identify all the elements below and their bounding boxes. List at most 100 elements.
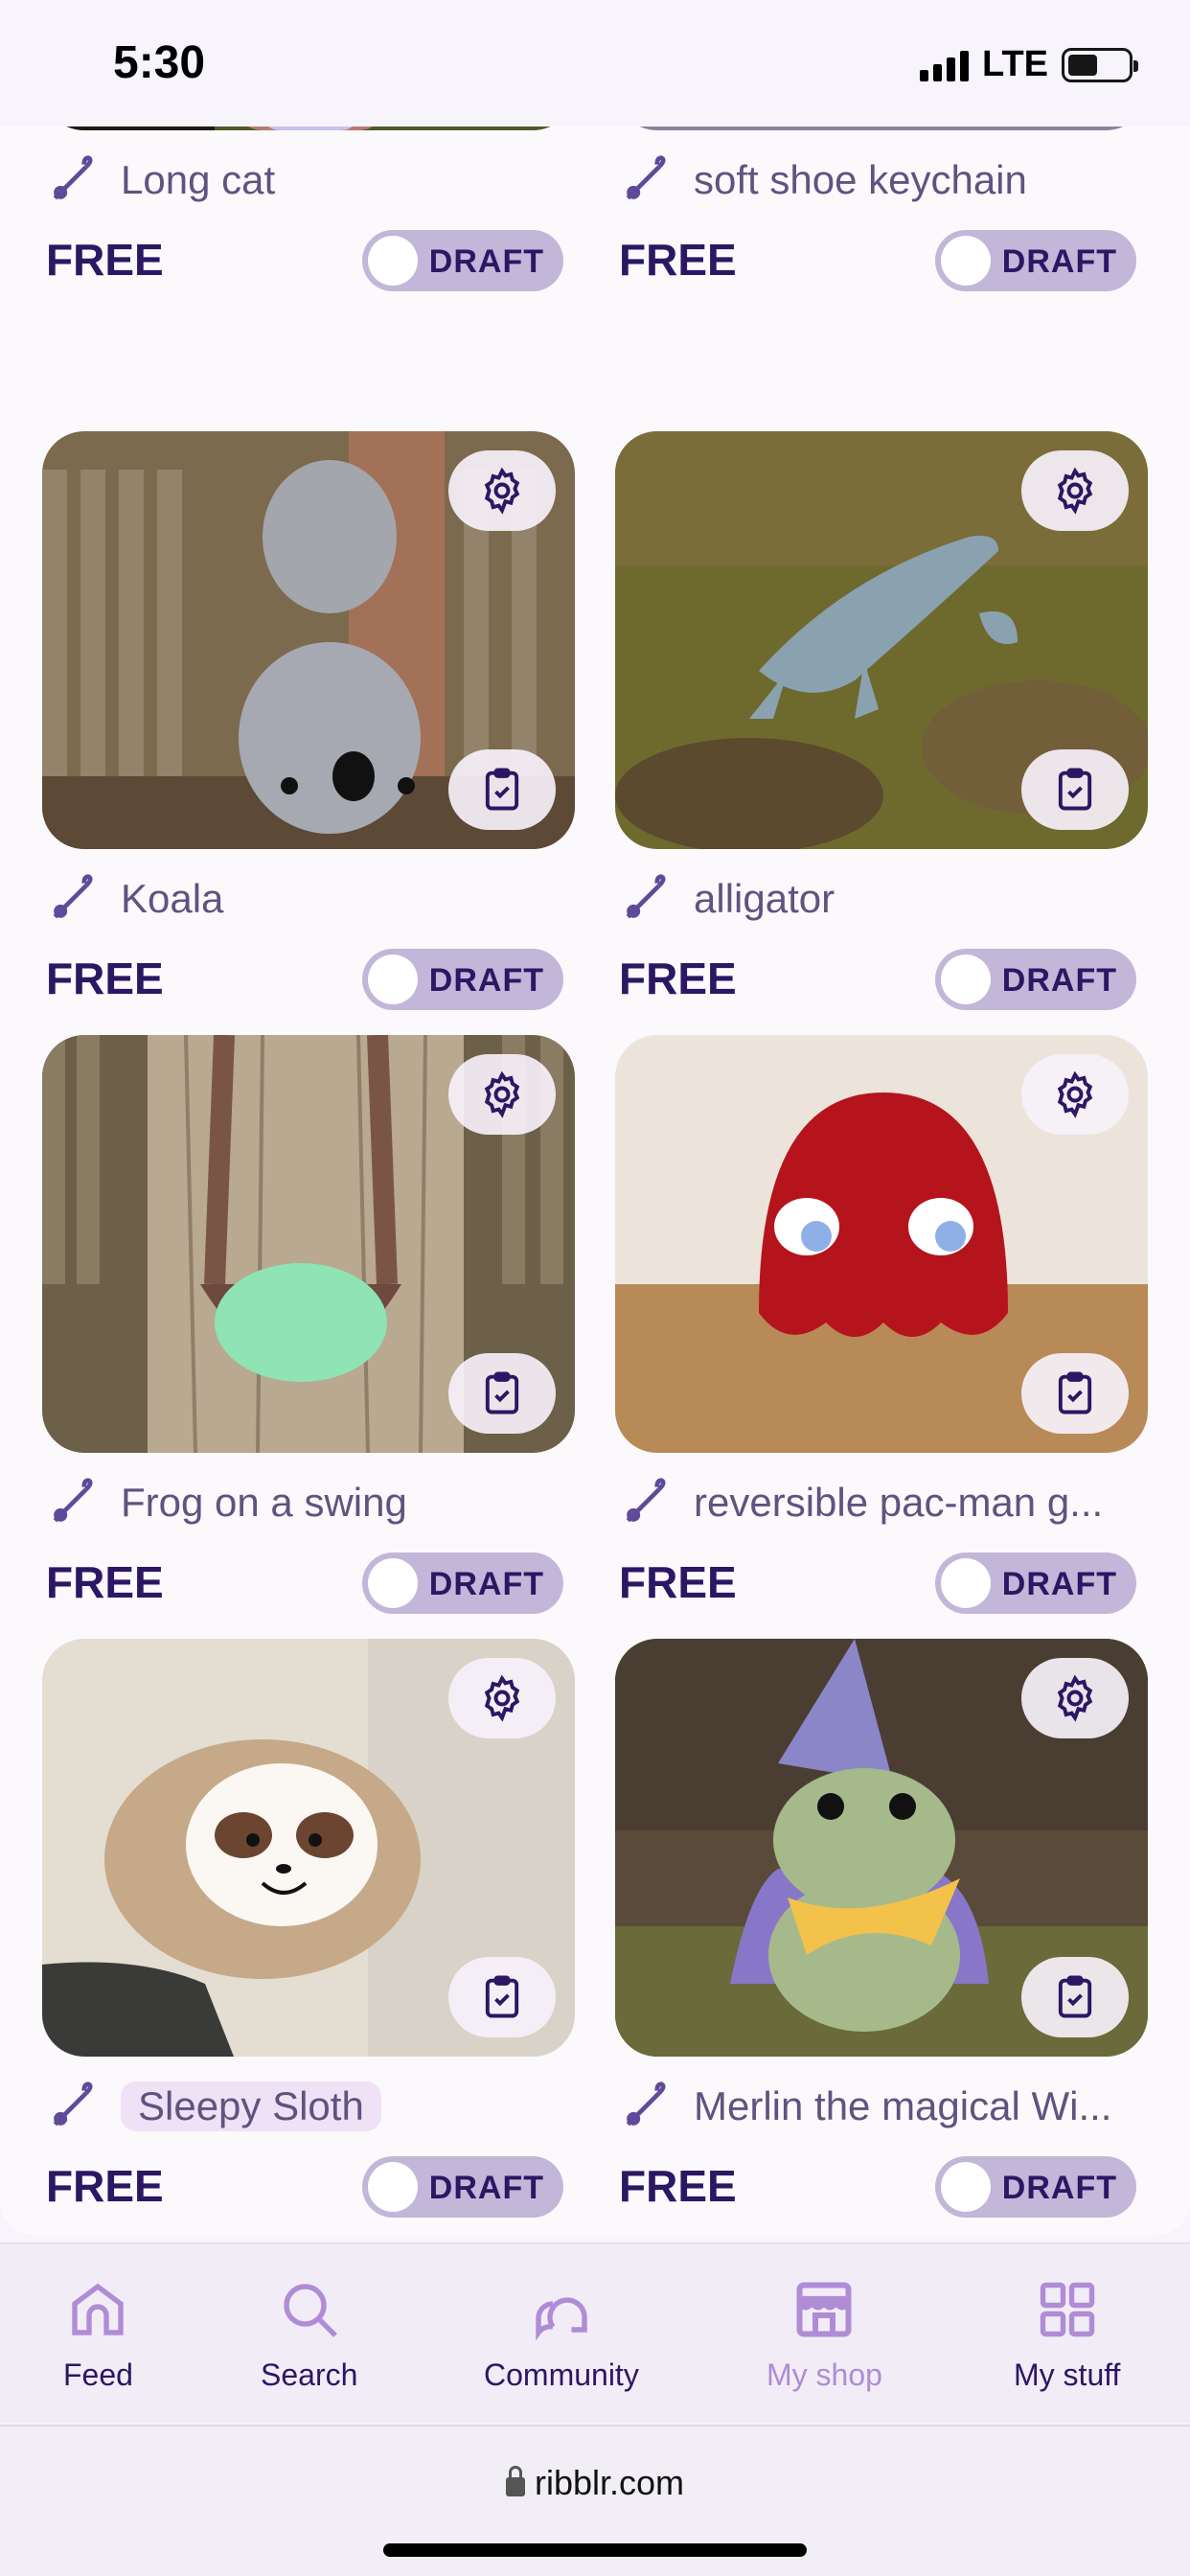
nav-search[interactable]: Search: [261, 2275, 357, 2393]
clipboard-check-icon: [485, 768, 519, 811]
crochet-hook-icon: [626, 1478, 666, 1523]
clipboard-button[interactable]: [448, 1353, 556, 1434]
toggle-knob: [368, 1558, 418, 1608]
price-label: FREE: [46, 954, 164, 1003]
draft-toggle[interactable]: DRAFT: [362, 2156, 563, 2218]
toggle-knob: [368, 236, 418, 286]
nav-label: My stuff: [1014, 2358, 1121, 2392]
product-image[interactable]: [615, 1639, 1148, 2057]
clipboard-check-icon: [1058, 1371, 1092, 1414]
draft-toggle[interactable]: DRAFT: [935, 230, 1136, 291]
crochet-hook-icon: [626, 874, 666, 919]
product-image[interactable]: [42, 1639, 575, 2057]
browser-url-bar[interactable]: ribblr.com: [0, 2425, 1190, 2576]
product-title: Merlin the magical Wi...: [694, 2083, 1112, 2128]
nav-my-shop[interactable]: My shop: [767, 2275, 882, 2393]
clipboard-check-icon: [1058, 768, 1092, 811]
clipboard-button[interactable]: [1021, 749, 1129, 830]
price-row: FREE DRAFT: [619, 1552, 1136, 1614]
clipboard-check-icon: [485, 1975, 519, 2018]
settings-button[interactable]: [1021, 450, 1129, 531]
lock-icon: [505, 2466, 525, 2496]
price-label: FREE: [46, 235, 164, 285]
price-row: FREE DRAFT: [619, 230, 1136, 291]
product-image[interactable]: [615, 431, 1148, 849]
price-label: FREE: [46, 1557, 164, 1607]
gear-icon: [484, 1674, 520, 1722]
gear-icon: [1057, 467, 1093, 515]
crochet-hook-icon: [626, 2082, 666, 2127]
price-label: FREE: [619, 2161, 737, 2211]
product-title-row[interactable]: reversible pac-man g...: [619, 1476, 1103, 1530]
draft-toggle[interactable]: DRAFT: [935, 949, 1136, 1010]
gear-icon: [484, 467, 520, 515]
toggle-knob: [941, 2162, 991, 2212]
settings-button[interactable]: [448, 1054, 556, 1135]
draft-label: DRAFT: [428, 962, 544, 999]
crochet-hook-icon: [53, 874, 93, 919]
signal-icon: [920, 49, 970, 81]
product-grid: Long cat FREE DRAFT soft shoe keychain F…: [0, 0, 1190, 2235]
nav-label: My shop: [767, 2358, 882, 2392]
product-image[interactable]: [615, 1035, 1148, 1453]
nav-label: Community: [484, 2358, 639, 2392]
draft-label: DRAFT: [428, 1566, 544, 1602]
price-row: FREE DRAFT: [46, 230, 563, 291]
gear-icon: [1057, 1674, 1093, 1722]
price-row: FREE DRAFT: [46, 1552, 563, 1614]
draft-toggle[interactable]: DRAFT: [362, 1552, 563, 1614]
settings-button[interactable]: [1021, 1054, 1129, 1135]
price-label: FREE: [46, 2161, 164, 2211]
clipboard-check-icon: [485, 1371, 519, 1414]
nav-feed[interactable]: Feed: [63, 2275, 133, 2393]
price-row: FREE DRAFT: [46, 949, 563, 1010]
draft-toggle[interactable]: DRAFT: [935, 2156, 1136, 2218]
price-row: FREE DRAFT: [619, 2156, 1136, 2218]
battery-icon: [1062, 47, 1138, 82]
draft-label: DRAFT: [1001, 2170, 1117, 2206]
clipboard-button[interactable]: [1021, 1957, 1129, 2037]
product-image[interactable]: [42, 431, 575, 849]
product-title-row[interactable]: Long cat: [46, 153, 275, 207]
product-title-row[interactable]: Sleepy Sloth: [46, 2080, 381, 2133]
product-title: alligator: [694, 876, 835, 921]
product-title-row[interactable]: Merlin the magical Wi...: [619, 2080, 1111, 2133]
product-title-row[interactable]: Frog on a swing: [46, 1476, 407, 1530]
settings-button[interactable]: [448, 450, 556, 531]
product-title-row[interactable]: Koala: [46, 872, 223, 926]
settings-button[interactable]: [1021, 1658, 1129, 1738]
product-title: Koala: [121, 876, 224, 921]
home-indicator[interactable]: [383, 2543, 807, 2557]
url-display[interactable]: ribblr.com: [0, 2463, 1190, 2503]
nav-label: Search: [261, 2358, 358, 2392]
product-title: Sleepy Sloth: [121, 2082, 381, 2131]
product-image[interactable]: [42, 1035, 575, 1453]
nav-label: Feed: [63, 2358, 133, 2392]
draft-label: DRAFT: [1001, 243, 1117, 280]
draft-toggle[interactable]: DRAFT: [362, 230, 563, 291]
status-bar: 5:30 LTE: [0, 0, 1190, 126]
draft-toggle[interactable]: DRAFT: [935, 1552, 1136, 1614]
draft-label: DRAFT: [428, 243, 544, 280]
status-indicators: LTE: [920, 44, 1138, 85]
clipboard-button[interactable]: [1021, 1353, 1129, 1434]
draft-label: DRAFT: [1001, 962, 1117, 999]
clipboard-button[interactable]: [448, 1957, 556, 2037]
status-time: 5:30: [113, 37, 206, 88]
draft-label: DRAFT: [1001, 1566, 1117, 1602]
nav-community[interactable]: Community: [484, 2275, 639, 2393]
price-row: FREE DRAFT: [46, 2156, 563, 2218]
price-row: FREE DRAFT: [619, 949, 1136, 1010]
price-label: FREE: [619, 1557, 737, 1607]
clipboard-button[interactable]: [448, 749, 556, 830]
clipboard-check-icon: [1058, 1975, 1092, 2018]
gear-icon: [1057, 1070, 1093, 1118]
product-title-row[interactable]: soft shoe keychain: [619, 153, 1027, 207]
draft-toggle[interactable]: DRAFT: [362, 949, 563, 1010]
product-title-row[interactable]: alligator: [619, 872, 835, 926]
product-title: Long cat: [121, 157, 276, 202]
crochet-hook-icon: [53, 155, 93, 200]
nav-my-stuff[interactable]: My stuff: [1014, 2275, 1120, 2393]
price-label: FREE: [619, 235, 737, 285]
settings-button[interactable]: [448, 1658, 556, 1738]
